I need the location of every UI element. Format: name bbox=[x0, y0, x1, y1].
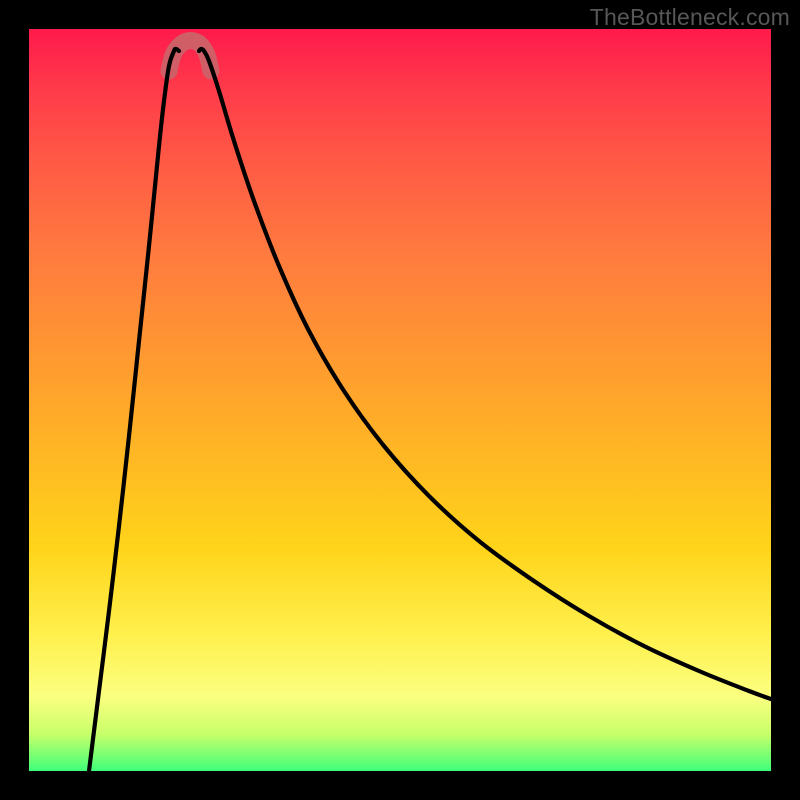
main-curve bbox=[89, 49, 771, 771]
watermark-text: TheBottleneck.com bbox=[590, 4, 790, 31]
plot-area bbox=[29, 29, 771, 771]
chart-frame: TheBottleneck.com bbox=[0, 0, 800, 800]
curve-layer bbox=[29, 29, 771, 771]
